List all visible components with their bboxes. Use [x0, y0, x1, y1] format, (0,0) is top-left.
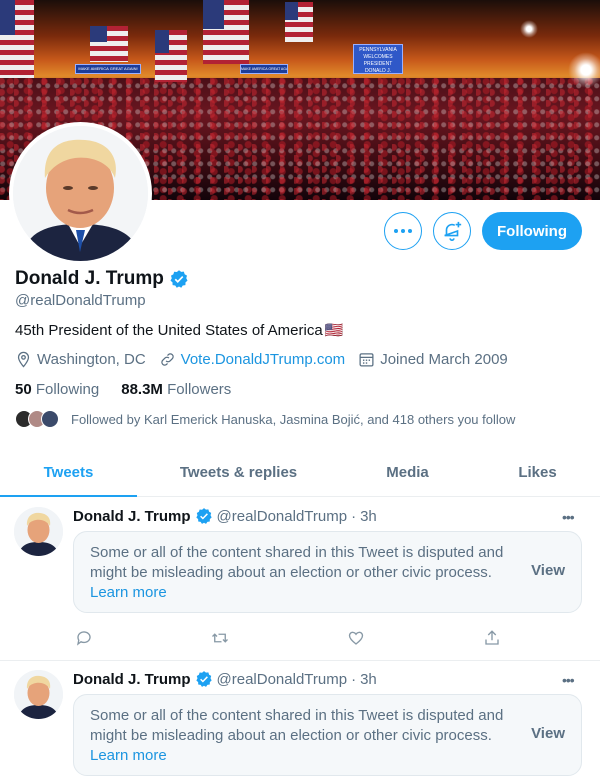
- disputed-notice[interactable]: Some or all of the content shared in thi…: [73, 694, 582, 776]
- notice-body: Some or all of the content shared in thi…: [90, 706, 510, 766]
- flag-decoration: [285, 2, 313, 42]
- profile-bio: 45th President of the United States of A…: [15, 321, 344, 340]
- tab-media[interactable]: Media: [340, 449, 475, 496]
- following-label: Following: [35, 381, 100, 398]
- followers-label: Followers: [167, 381, 232, 398]
- following-count: 50: [15, 381, 32, 398]
- banner-sign: PENNSYLVANIA WELCOMES PRESIDENT DONALD J…: [353, 44, 403, 74]
- stage-light: [568, 52, 600, 88]
- follower-avatar: [41, 410, 59, 428]
- tweet-author-name[interactable]: Donald J. Trump: [73, 671, 191, 688]
- flag-decoration: [0, 0, 34, 78]
- followers-count-link[interactable]: 88.3M Followers: [121, 381, 231, 398]
- link-icon: [160, 353, 174, 366]
- us-flag-emoji: 🇺🇸: [324, 322, 344, 339]
- tab-tweets-replies[interactable]: Tweets & replies: [137, 449, 340, 496]
- view-button[interactable]: View: [531, 562, 565, 579]
- profile-avatar[interactable]: [9, 122, 152, 265]
- bio-text: 45th President of the United States of A…: [15, 321, 323, 339]
- learn-more-link[interactable]: Learn more: [90, 747, 167, 764]
- tweet-more-icon[interactable]: •••: [562, 672, 575, 688]
- more-options-button[interactable]: [384, 212, 422, 250]
- notice-text: Some or all of the content shared in thi…: [90, 707, 504, 744]
- tab-tweets[interactable]: Tweets: [0, 449, 137, 497]
- location-item: Washington, DC: [15, 351, 146, 368]
- profile-name: Donald J. Trump: [15, 268, 189, 290]
- profile-name-text: Donald J. Trump: [15, 268, 164, 289]
- website-link[interactable]: Vote.DonaldJTrump.com: [181, 351, 346, 368]
- location-pin-icon: [17, 351, 30, 368]
- disputed-notice[interactable]: Some or all of the content shared in thi…: [73, 531, 582, 613]
- stage-light: [520, 20, 538, 38]
- tweet-more-icon[interactable]: •••: [562, 509, 575, 525]
- learn-more-link[interactable]: Learn more: [90, 584, 167, 601]
- flag-decoration: [90, 26, 128, 62]
- retweet-icon[interactable]: [209, 627, 231, 649]
- profile-meta: Washington, DC Vote.DonaldJTrump.com Joi…: [15, 351, 521, 368]
- tweet-time[interactable]: 3h: [360, 508, 377, 525]
- following-button[interactable]: Following: [482, 212, 582, 250]
- notice-text: Some or all of the content shared in thi…: [90, 544, 504, 581]
- tweet-avatar[interactable]: [14, 507, 63, 556]
- website-item: Vote.DonaldJTrump.com: [159, 351, 346, 368]
- joined-text: Joined March 2009: [380, 351, 508, 368]
- share-icon[interactable]: [481, 627, 503, 649]
- more-dots-icon: [394, 229, 412, 233]
- flag-decoration: [155, 30, 187, 82]
- bell-plus-icon: [444, 221, 462, 241]
- tweet-author-handle[interactable]: @realDonaldTrump: [217, 508, 348, 525]
- verified-badge-icon: [195, 508, 212, 524]
- tweet[interactable]: Donald J. Trump @realDonaldTrump · 3h ••…: [0, 497, 600, 661]
- location-text: Washington, DC: [37, 351, 146, 368]
- verified-badge-icon: [170, 270, 188, 288]
- profile-tabs: Tweets Tweets & replies Media Likes: [0, 449, 600, 497]
- tweet-actions: [73, 627, 503, 649]
- tweet-avatar[interactable]: [14, 670, 63, 719]
- banner-sign: MAKE AMERICA GREAT AGAIN!: [75, 64, 141, 74]
- reply-icon[interactable]: [73, 627, 95, 649]
- tab-likes[interactable]: Likes: [475, 449, 600, 496]
- verified-badge-icon: [195, 671, 212, 687]
- followers-count: 88.3M: [121, 381, 163, 398]
- followed-by-row[interactable]: Followed by Karl Emerick Hanuska, Jasmin…: [15, 410, 515, 428]
- follow-counts: 50 Following 88.3M Followers: [15, 381, 231, 398]
- followed-by-text: Followed by Karl Emerick Hanuska, Jasmin…: [71, 411, 516, 427]
- calendar-icon: [359, 353, 374, 367]
- tweet-separator: ·: [351, 670, 357, 688]
- tweet-time[interactable]: 3h: [360, 671, 377, 688]
- profile-handle: @realDonaldTrump: [15, 292, 146, 309]
- notifications-button[interactable]: [433, 212, 471, 250]
- avatar-face-image: [13, 126, 148, 261]
- tweet-header: Donald J. Trump @realDonaldTrump · 3h: [73, 670, 377, 688]
- following-count-link[interactable]: 50 Following: [15, 381, 99, 398]
- banner-sign: MAKE AMERICA GREAT AGAIN!: [240, 64, 288, 74]
- view-button[interactable]: View: [531, 725, 565, 742]
- joined-item: Joined March 2009: [358, 351, 508, 368]
- tweet-avatar-image: [14, 670, 63, 719]
- notice-body: Some or all of the content shared in thi…: [90, 543, 510, 603]
- tweet-separator: ·: [351, 507, 357, 525]
- follower-avatars: [15, 410, 59, 428]
- like-icon[interactable]: [345, 627, 367, 649]
- tweet-header: Donald J. Trump @realDonaldTrump · 3h: [73, 507, 377, 525]
- flag-decoration: [203, 0, 249, 64]
- tweet-author-handle[interactable]: @realDonaldTrump: [217, 671, 348, 688]
- tweet-author-name[interactable]: Donald J. Trump: [73, 508, 191, 525]
- tweet-avatar-image: [14, 507, 63, 556]
- tweet[interactable]: Donald J. Trump @realDonaldTrump · 3h ••…: [0, 660, 600, 784]
